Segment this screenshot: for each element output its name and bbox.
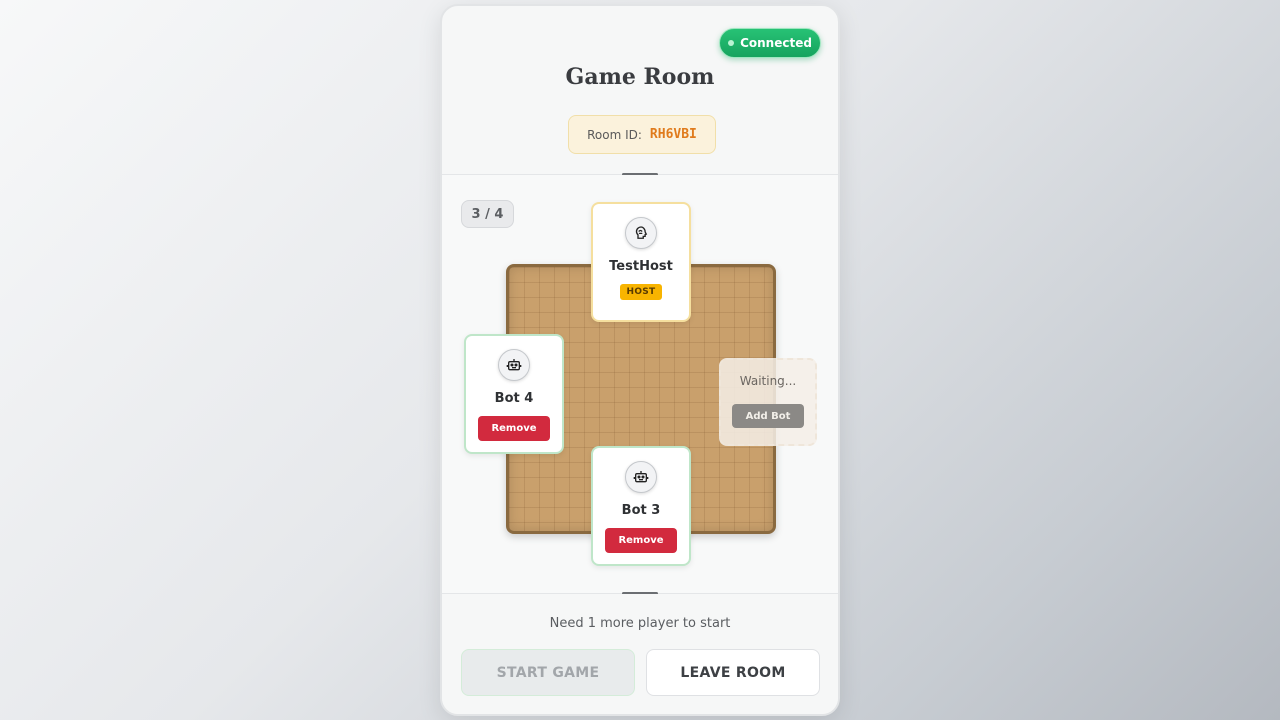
players-needed-text: Need 1 more player to start	[549, 616, 731, 631]
connection-status-badge: Connected	[719, 28, 821, 58]
add-bot-button[interactable]: Add Bot	[732, 404, 804, 428]
room-id-box: Room ID: RH6VBI	[568, 115, 716, 154]
host-badge: HOST	[620, 284, 662, 300]
player-name: Bot 3	[621, 503, 661, 518]
leave-room-button[interactable]: LEAVE ROOM	[646, 649, 820, 696]
board-area: 3 / 4 TestHost HOST Bot 4 Remove Bot 3 R…	[442, 175, 838, 593]
player-card-bot-3: Bot 3 Remove	[591, 446, 691, 566]
robot-icon	[498, 349, 530, 381]
waiting-slot: Waiting... Add Bot	[719, 358, 817, 446]
room-footer: Need 1 more player to start START GAME L…	[442, 594, 838, 714]
remove-bot-4-button[interactable]: Remove	[478, 416, 550, 441]
room-header: Connected Game Room Room ID: RH6VBI	[442, 6, 838, 174]
player-card-host: TestHost HOST	[591, 202, 691, 322]
status-dot-icon	[728, 40, 735, 46]
connection-status-label: Connected	[740, 36, 812, 50]
page-title: Game Room	[565, 64, 715, 90]
room-id-label: Room ID:	[587, 127, 642, 142]
game-room-panel: Connected Game Room Room ID: RH6VBI 3 / …	[440, 4, 840, 716]
waiting-label: Waiting...	[739, 374, 797, 388]
brain-icon	[625, 217, 657, 249]
player-count-badge: 3 / 4	[461, 200, 514, 228]
player-name: Bot 4	[494, 391, 534, 406]
remove-bot-3-button[interactable]: Remove	[605, 528, 677, 553]
player-name: TestHost	[609, 259, 673, 274]
start-game-button[interactable]: START GAME	[461, 649, 635, 696]
room-id-value[interactable]: RH6VBI	[650, 127, 697, 142]
robot-icon	[625, 461, 657, 493]
player-card-bot-4: Bot 4 Remove	[464, 334, 564, 454]
